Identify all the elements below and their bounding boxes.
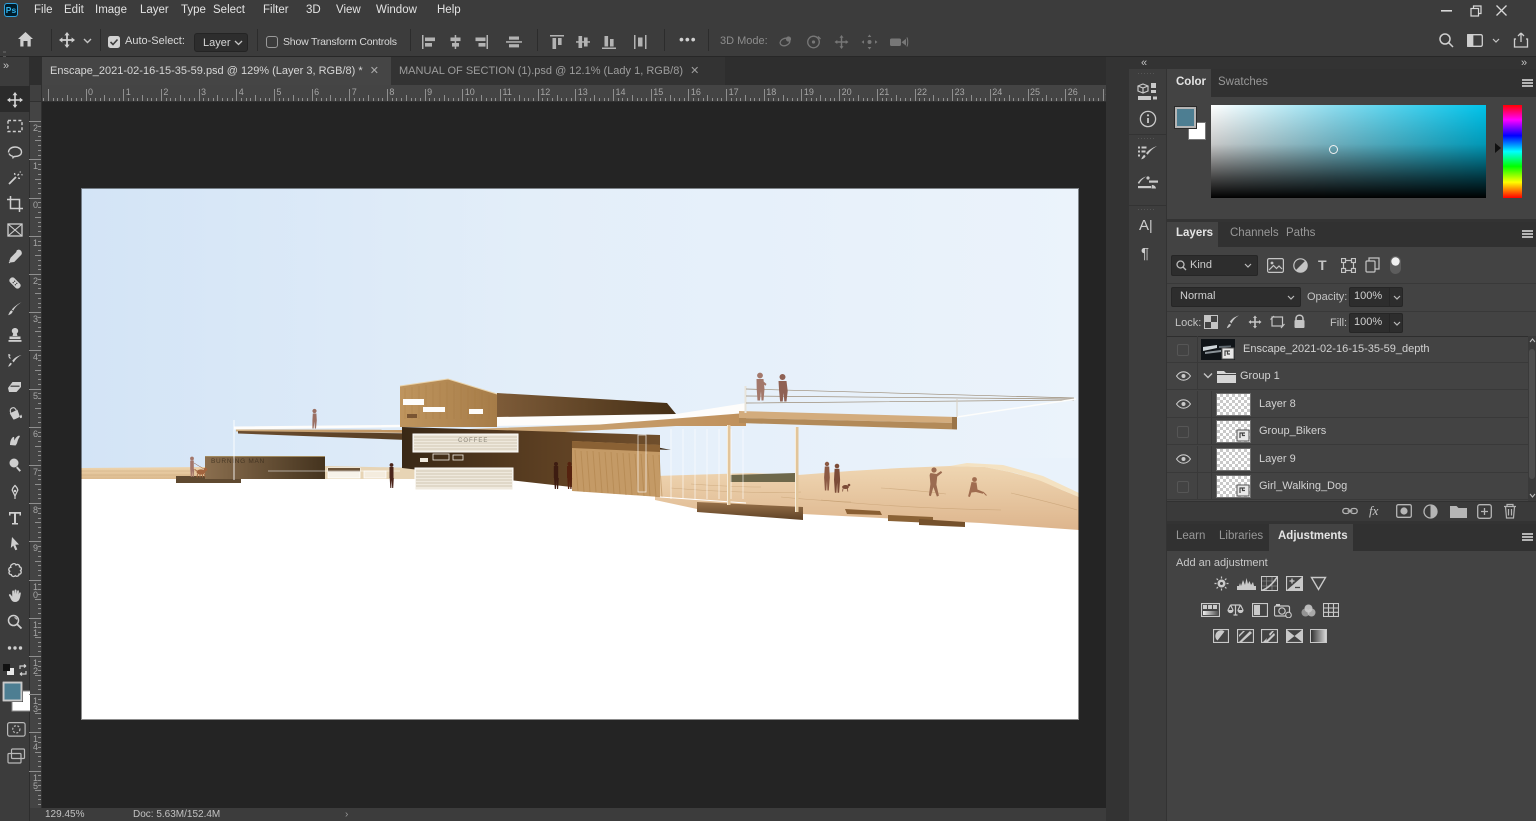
- svg-text:BURNING MAN: BURNING MAN: [211, 458, 265, 465]
- svg-text:COFFEE: COFFEE: [458, 438, 488, 444]
